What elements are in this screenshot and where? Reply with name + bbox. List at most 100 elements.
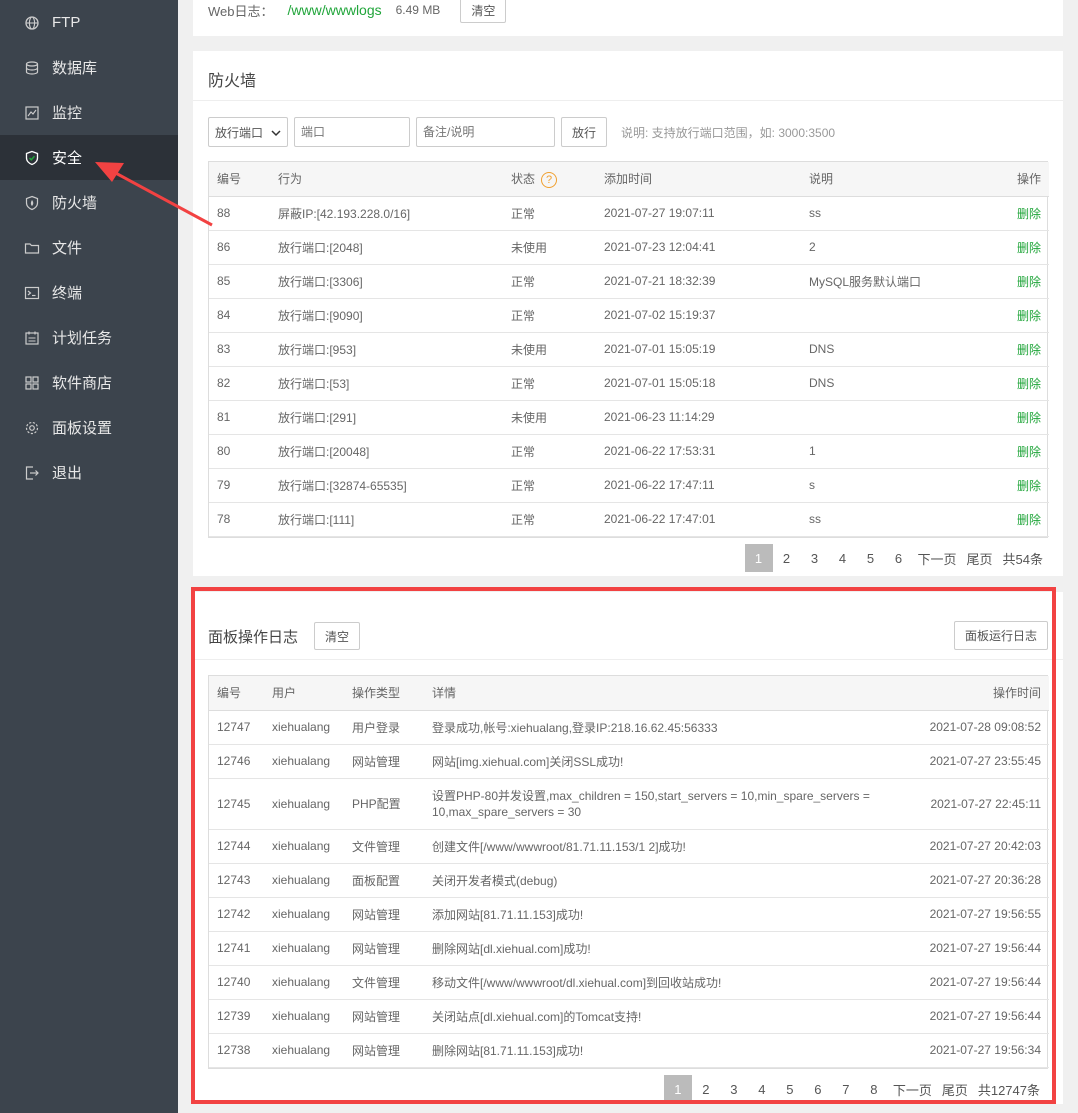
table-cell: 放行端口:[291] [270,400,503,435]
table-cell: xiehualang [264,829,344,864]
sidebar-item[interactable]: 面板设置 [0,405,178,450]
sidebar-item[interactable]: 终端 [0,270,178,315]
delete-link[interactable]: 删除 [961,502,1049,537]
table-cell: 12745 [209,778,264,830]
delete-link[interactable]: 删除 [961,298,1049,333]
table-cell: 放行端口:[20048] [270,434,503,469]
sidebar-item[interactable]: 文件 [0,225,178,270]
table-row: 85 放行端口:[3306] 正常 2021-07-21 18:32:39 MySQL服… [209,264,1049,299]
weblog-path[interactable]: /www/wwwlogs [288,2,382,18]
delete-link[interactable]: 删除 [961,400,1049,435]
table-cell: xiehualang [264,965,344,1000]
table-cell: 正常 [503,196,596,231]
note-input[interactable] [416,117,555,147]
sidebar-item[interactable]: 软件商店 [0,360,178,405]
delete-link[interactable]: 删除 [961,230,1049,265]
table-cell: 网站管理 [344,744,424,779]
weblog-label: Web日志： [208,3,274,19]
table-cell: 删除网站[dl.xiehual.com]成功! [424,931,879,966]
sidebar-item-label: 面板设置 [52,420,113,437]
table-cell: 80 [209,434,270,469]
sidebar-item[interactable]: 退出 [0,450,178,495]
page-button[interactable]: 3 [719,1075,748,1103]
port-input[interactable] [294,117,410,147]
delete-link[interactable]: 删除 [961,434,1049,469]
table-cell: 2021-07-27 22:45:11 [879,778,1049,830]
allow-button[interactable]: 放行 [561,117,607,147]
delete-link[interactable]: 删除 [961,366,1049,401]
page-button[interactable]: 3 [800,544,829,572]
page-button[interactable]: 7 [831,1075,860,1103]
panel-run-log-button[interactable]: 面板运行日志 [954,621,1048,650]
next-page-button[interactable]: 下一页 [887,1075,937,1103]
column-header-label: 状态 [511,171,536,186]
table-cell: 2021-07-27 19:56:44 [879,931,1049,966]
help-icon[interactable]: ? [541,171,558,188]
delete-link[interactable]: 删除 [961,196,1049,231]
table-cell: 2021-06-22 17:47:11 [596,468,801,503]
next-page-button[interactable]: 下一页 [912,544,962,572]
table-cell: xiehualang [264,710,344,745]
table-cell: 2 [801,230,961,265]
table-cell: 网站管理 [344,999,424,1034]
sidebar-item-label: 防火墙 [52,195,98,212]
chevron-down-icon [271,127,281,141]
table-cell: 放行端口:[53] [270,366,503,401]
divider [193,100,1063,101]
panel-log-clear-button[interactable]: 清空 [314,622,361,650]
page-button[interactable]: 1 [663,1075,692,1103]
table-cell: PHP配置 [344,778,424,830]
weblog-clear-button[interactable]: 清空 [460,0,507,23]
page-button[interactable]: 5 [856,544,885,572]
table-cell: ss [801,502,961,537]
sidebar-item[interactable]: 数据库 [0,45,178,90]
table-row: 83 放行端口:[953] 未使用 2021-07-01 15:05:19 DNS 删除 [209,332,1049,367]
delete-link[interactable]: 删除 [961,332,1049,367]
sidebar-item-label: 数据库 [52,60,98,77]
sidebar-item[interactable]: 监控 [0,90,178,135]
table-cell: 85 [209,264,270,299]
table-cell: 12741 [209,931,264,966]
page-button[interactable]: 2 [691,1075,720,1103]
table-cell: 2021-07-27 20:36:28 [879,863,1049,898]
table-cell: 移动文件[/www/wwwroot/dl.xiehual.com]到回收站成功! [424,965,879,1000]
firewall-form: 放行端口 放行 说明: 支持放行端口范围，如: 3000:3500 [208,117,835,147]
table-cell: 2021-07-21 18:32:39 [596,264,801,299]
logout-icon [24,465,40,481]
page-button[interactable]: 2 [772,544,801,572]
sidebar-item-label: 监控 [52,105,83,122]
sidebar-item-label: 计划任务 [52,330,113,347]
sidebar-item-label: 文件 [52,240,83,257]
table-header-row: 编号 用户 操作类型 详情 操作时间 [209,676,1049,711]
column-header: 说明 [801,162,961,197]
divider [193,659,1063,660]
page-button[interactable]: 5 [775,1075,804,1103]
page-button[interactable]: 4 [828,544,857,572]
delete-link[interactable]: 删除 [961,264,1049,299]
sidebar-item[interactable]: 防火墙 [0,180,178,225]
sidebar-item[interactable]: FTP [0,0,178,45]
sidebar-item-label: 安全 [52,150,83,167]
table-cell: s [801,468,961,503]
table-cell: 正常 [503,468,596,503]
sidebar-item[interactable]: 计划任务 [0,315,178,360]
column-header: 操作 [961,162,1049,197]
total-count: 共54条 [997,544,1048,572]
delete-link[interactable]: 删除 [961,468,1049,503]
last-page-button[interactable]: 尾页 [961,544,998,572]
weblog-size: 6.49 MB [395,3,441,17]
table-cell: 2021-07-27 19:56:44 [879,965,1049,1000]
rule-type-select[interactable]: 放行端口 [208,117,288,147]
page-button[interactable]: 6 [884,544,913,572]
page-button[interactable]: 6 [803,1075,832,1103]
page-button[interactable]: 1 [744,544,773,572]
last-page-button[interactable]: 尾页 [936,1075,973,1103]
table-cell: 2021-07-01 15:05:19 [596,332,801,367]
page-button[interactable]: 4 [747,1075,776,1103]
sidebar-item-label: 退出 [52,465,83,482]
table-cell: 12742 [209,897,264,932]
table-cell: 12738 [209,1033,264,1068]
page-button[interactable]: 8 [859,1075,888,1103]
sidebar-item[interactable]: 安全 [0,135,178,180]
monitor-icon [24,105,40,121]
